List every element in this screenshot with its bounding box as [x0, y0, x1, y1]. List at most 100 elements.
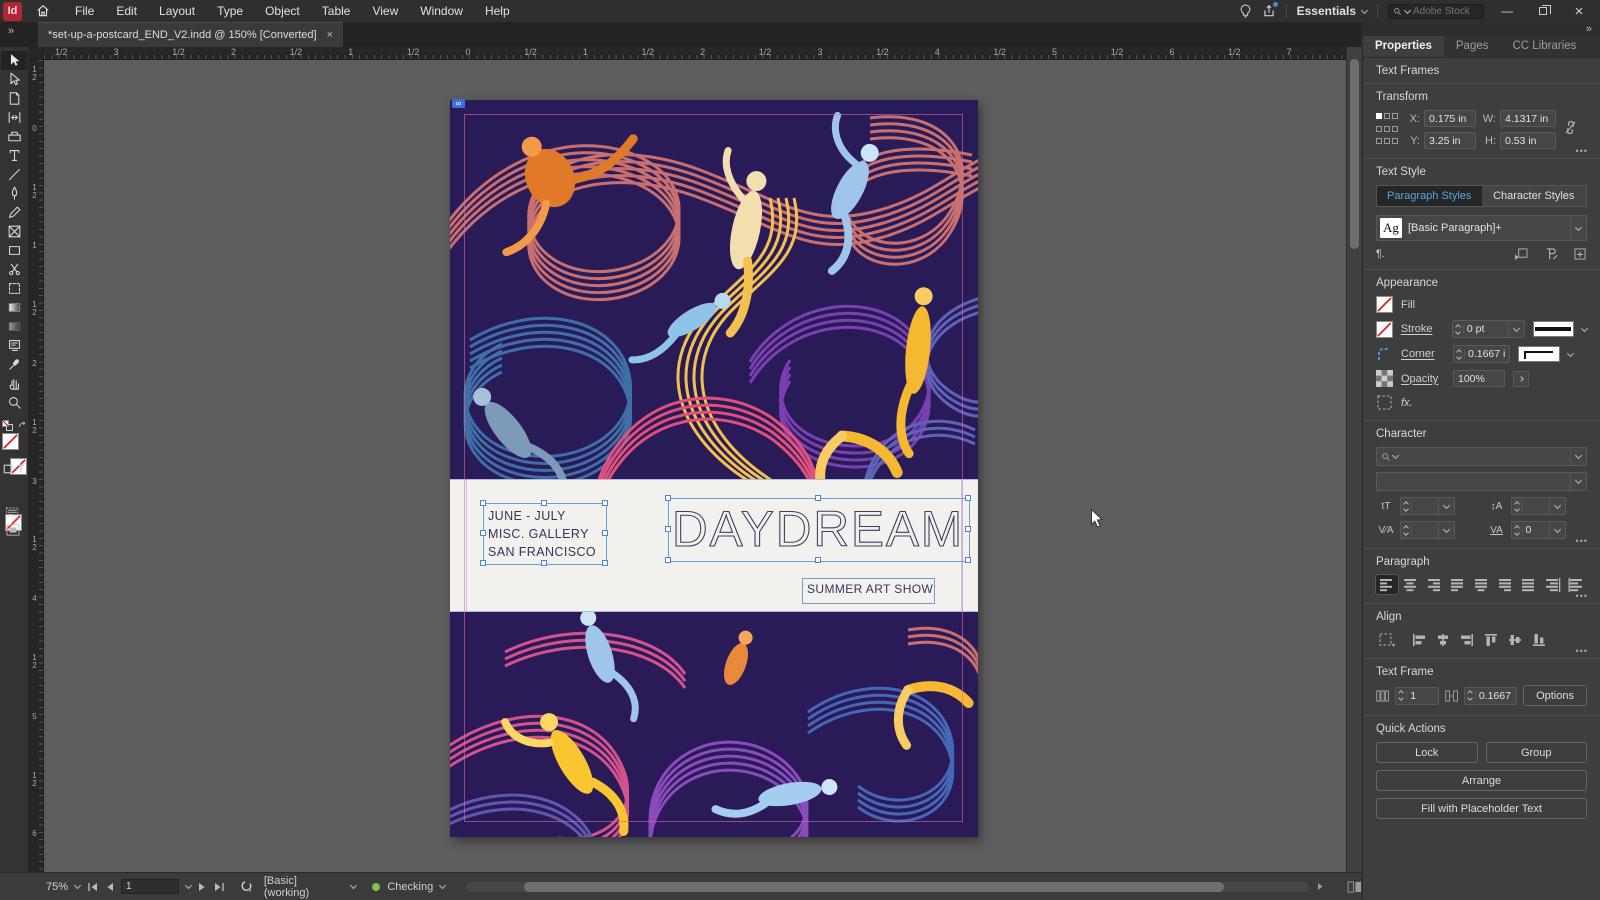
align-bottom-icon[interactable]: [1528, 630, 1550, 649]
tab-pages[interactable]: Pages: [1444, 36, 1501, 57]
stroke-weight-stepper[interactable]: [1451, 320, 1525, 338]
corner-label[interactable]: Corner: [1401, 348, 1445, 360]
minimize-button[interactable]: —: [1494, 2, 1520, 20]
new-style-icon[interactable]: [1574, 248, 1587, 260]
title-text-frame[interactable]: DAYDREAM: [665, 495, 971, 563]
page-tool[interactable]: [1, 89, 27, 108]
stock-search-box[interactable]: [1388, 3, 1484, 19]
columns-stepper[interactable]: [1395, 686, 1439, 705]
postcard-art-bottom[interactable]: [450, 612, 978, 837]
link-badge-icon[interactable]: ∞: [452, 99, 465, 108]
info-text-frame[interactable]: JUNE - JULY MISC. GALLERY SAN FRANCISCO: [480, 500, 608, 566]
home-icon[interactable]: [36, 4, 50, 18]
corner-style-chevron-icon[interactable]: [1566, 349, 1575, 357]
menu-edit[interactable]: Edit: [105, 4, 148, 18]
character-styles-tab[interactable]: Character Styles: [1481, 186, 1586, 206]
gutter-stepper[interactable]: [1463, 686, 1518, 705]
menu-help[interactable]: Help: [474, 4, 521, 18]
lock-button[interactable]: Lock: [1376, 742, 1478, 763]
group-button[interactable]: Group: [1485, 742, 1587, 763]
menu-type[interactable]: Type: [206, 4, 254, 18]
paragraph-justify-left-icon[interactable]: [1447, 575, 1469, 594]
w-field[interactable]: [1500, 110, 1556, 127]
type-tool[interactable]: [1, 146, 27, 165]
gradient-tool[interactable]: [1, 298, 27, 317]
text-frame-options-button[interactable]: Options: [1523, 685, 1587, 706]
selection-handle[interactable]: [665, 495, 671, 501]
paragraph-align-toward-spine-icon[interactable]: [1542, 575, 1564, 594]
selection-handle[interactable]: [665, 557, 671, 563]
indesign-logo-icon[interactable]: Id: [3, 1, 22, 21]
h-field[interactable]: [1500, 132, 1556, 149]
opacity-label[interactable]: Opacity: [1401, 373, 1445, 385]
stroke-style-preview[interactable]: [1532, 321, 1575, 337]
align-left-icon[interactable]: [1408, 630, 1430, 649]
selection-handle[interactable]: [965, 495, 971, 501]
y-field[interactable]: [1424, 132, 1476, 149]
stroke-label[interactable]: Stroke: [1401, 323, 1444, 335]
split-view-icon[interactable]: [1347, 880, 1362, 893]
selection-handle[interactable]: [965, 557, 971, 563]
leading-stepper[interactable]: [1510, 497, 1566, 515]
selection-handle[interactable]: [665, 526, 671, 532]
align-center-vertical-icon[interactable]: [1504, 630, 1526, 649]
fill-swatch[interactable]: [1376, 296, 1393, 313]
selection-handle[interactable]: [480, 560, 486, 566]
selection-handle[interactable]: [815, 557, 821, 563]
page-chevron-icon[interactable]: [184, 881, 192, 890]
selection-handle[interactable]: [480, 530, 486, 536]
paragraph-align-left-icon[interactable]: [1375, 574, 1399, 595]
document-page[interactable]: ∞ JUNE - JULY MISC. GALLERY SAN FRANCISC…: [450, 99, 978, 837]
canvas-pasteboard[interactable]: ∞ JUNE - JULY MISC. GALLERY SAN FRANCISC…: [44, 60, 1346, 872]
postcard-art-top[interactable]: [450, 100, 978, 479]
constrain-proportions-icon[interactable]: [1564, 120, 1577, 135]
next-page-button[interactable]: [198, 882, 207, 892]
formatting-container-icon[interactable]: [3, 464, 13, 474]
fill-placeholder-button[interactable]: Fill with Placeholder Text: [1376, 798, 1587, 819]
tab-cc-libraries[interactable]: CC Libraries: [1501, 36, 1589, 57]
transform-more-options[interactable]: •••: [1576, 146, 1588, 156]
gradient-feather-tool[interactable]: [1, 317, 27, 336]
align-top-icon[interactable]: [1480, 630, 1502, 649]
paragraph-style-dropdown[interactable]: Ag [Basic Paragraph]+: [1376, 215, 1587, 241]
preflight-icon[interactable]: [240, 880, 253, 893]
character-more-options[interactable]: •••: [1576, 536, 1588, 546]
selection-handle[interactable]: [965, 526, 971, 532]
last-page-button[interactable]: [214, 882, 225, 892]
learn-lightbulb-icon[interactable]: [1239, 4, 1252, 19]
font-size-stepper[interactable]: [1400, 497, 1455, 515]
horizontal-ruler[interactable]: 1/2 3 1/2 2 1/2 1 1/2 0 1/2 1 1/2 2 1/2 3 1/2 4 1/2 5 1/2 6…: [44, 47, 1346, 60]
zoom-level[interactable]: 75%: [46, 881, 68, 893]
fill-swatch-none[interactable]: [2, 433, 19, 450]
stroke-style-chevron-icon[interactable]: [1581, 324, 1589, 332]
style-override-icon[interactable]: [1544, 248, 1558, 260]
menu-layout[interactable]: Layout: [148, 4, 206, 18]
tracking-stepper[interactable]: [1510, 521, 1566, 539]
zoom-tool[interactable]: [1, 393, 27, 412]
selection-handle[interactable]: [480, 500, 486, 506]
selection-handle[interactable]: [815, 495, 821, 501]
stroke-swatch[interactable]: [1376, 320, 1393, 338]
dock-collapse-icon[interactable]: »: [8, 25, 14, 37]
paragraph-align-right-icon[interactable]: [1423, 575, 1445, 594]
align-to-selector[interactable]: [1376, 630, 1398, 649]
menu-table[interactable]: Table: [311, 4, 362, 18]
line-tool[interactable]: [1, 165, 27, 184]
panel-collapse-icon[interactable]: »: [1586, 23, 1592, 35]
paragraph-justify-right-icon[interactable]: [1494, 575, 1516, 594]
align-center-horizontal-icon[interactable]: [1432, 630, 1454, 649]
font-family-dropdown[interactable]: [1376, 447, 1587, 466]
paragraph-justify-all-icon[interactable]: [1518, 575, 1540, 594]
note-tool[interactable]: [1, 336, 27, 355]
restore-button[interactable]: [1530, 2, 1556, 20]
first-page-button[interactable]: [87, 882, 98, 892]
gap-tool[interactable]: [1, 108, 27, 127]
tab-properties[interactable]: Properties: [1363, 36, 1444, 57]
horizontal-scrollbar[interactable]: [466, 881, 1310, 892]
subtitle-text-frame[interactable]: SUMMER ART SHOW: [802, 578, 935, 604]
paragraph-justify-center-icon[interactable]: [1471, 575, 1493, 594]
formatting-text-icon[interactable]: [16, 463, 26, 474]
vertical-scrollbar-thumb[interactable]: [1350, 59, 1359, 249]
paragraph-styles-tab[interactable]: Paragraph Styles: [1377, 186, 1482, 206]
kerning-stepper[interactable]: [1400, 521, 1455, 539]
